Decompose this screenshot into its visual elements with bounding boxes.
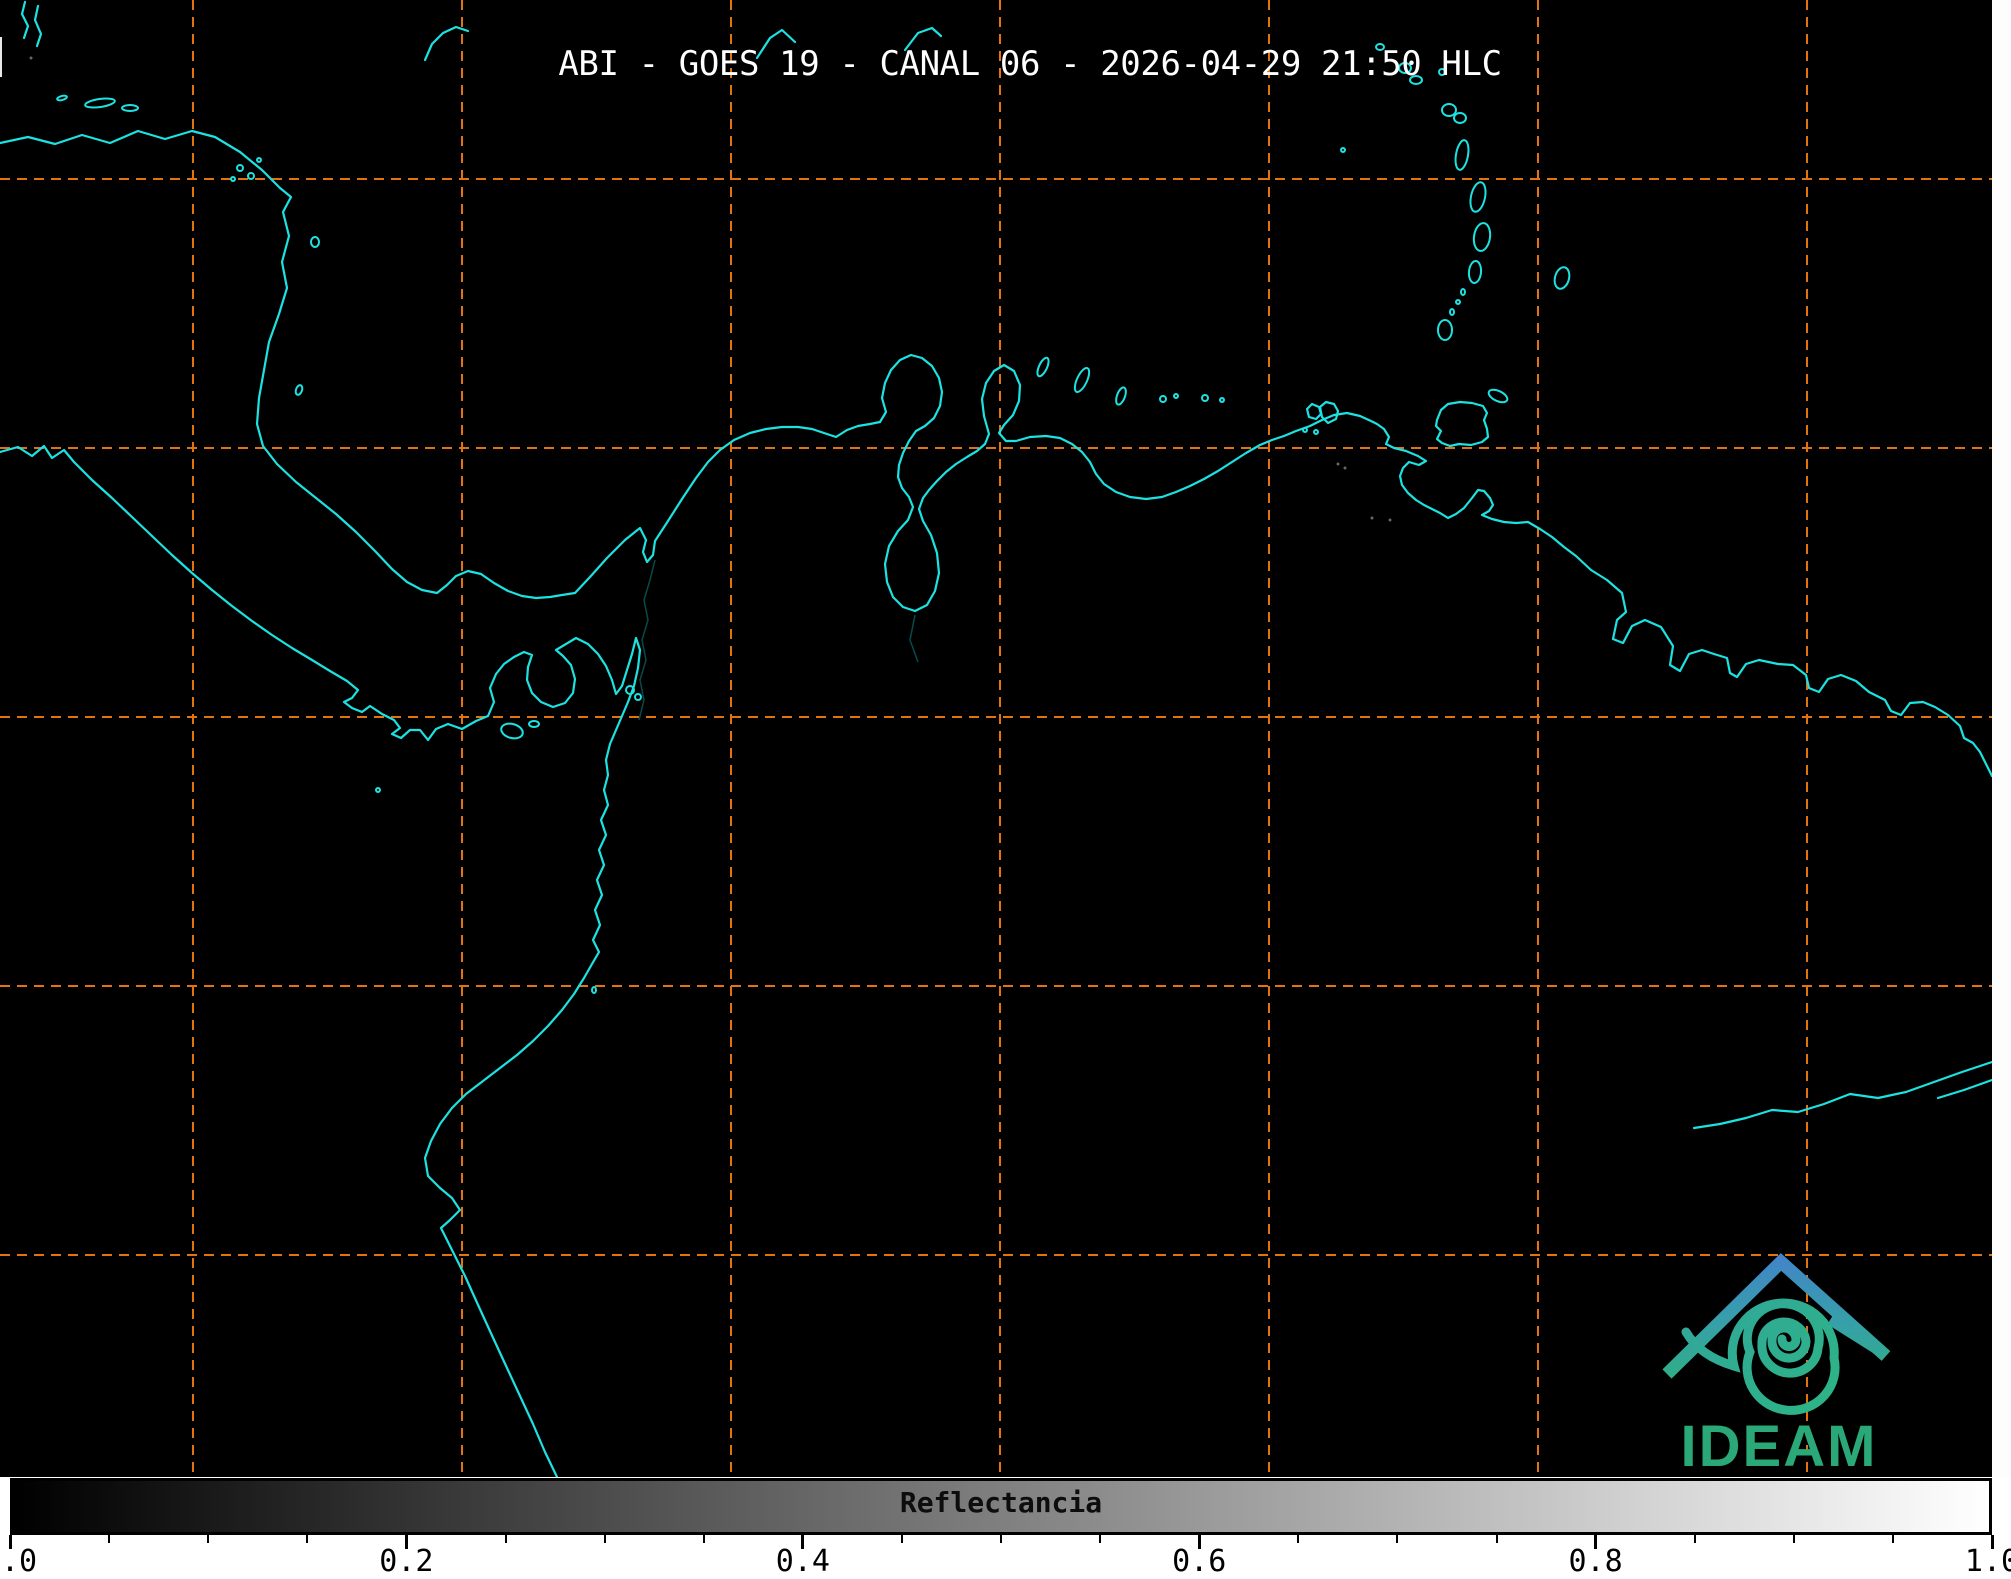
- noise-speck: [1370, 516, 1374, 520]
- islet-grenadines: [1460, 288, 1466, 296]
- miskito-cay: [247, 172, 255, 180]
- ideam-logo-text: IDEAM: [1681, 1414, 1878, 1477]
- island-guadeloupe: [1441, 103, 1457, 117]
- noise-speck: [29, 56, 33, 60]
- colorbar-minor-tick: [1000, 1535, 1002, 1543]
- colorbar-tick-label: 0.4: [775, 1544, 830, 1579]
- miskito-cay: [256, 157, 262, 163]
- islet-coche: [1302, 427, 1308, 433]
- islet-los-roques: [1201, 394, 1209, 402]
- map-title: ABI - GOES 19 - CANAL 06 - 2026-04-29 21…: [558, 44, 1502, 84]
- islet-isla-aves: [1340, 147, 1346, 153]
- island-barbados: [1553, 266, 1571, 290]
- island-providencia: [310, 236, 320, 248]
- colorbar-minor-tick: [1792, 1535, 1795, 1543]
- coast-fragment-belize-1: [20, 0, 30, 40]
- islet-las-aves: [1159, 395, 1167, 403]
- island-coiba: [500, 722, 524, 740]
- island-bonaire: [1115, 386, 1127, 406]
- island-cebaco: [528, 720, 540, 728]
- coast-fragment-belize-2: [33, 4, 43, 48]
- colorbar-minor-tick: [603, 1535, 606, 1543]
- bay-island-utila: [56, 94, 68, 102]
- island-trinidad: [1434, 400, 1490, 448]
- catatumbo-river: [909, 614, 919, 663]
- island-dominica: [1454, 139, 1470, 171]
- colorbar-minor-tick: [1891, 1535, 1894, 1543]
- satellite-product-page: { "title": { "text": "ABI - GOES 19 - CA…: [0, 0, 2011, 1579]
- colorbar-tick-label: 1.0: [1964, 1544, 2011, 1579]
- colorbar-minor-tick: [1099, 1535, 1102, 1543]
- coast-caribbean-mainland: [0, 129, 1992, 778]
- noise-speck: [1343, 466, 1347, 470]
- miskito-cay: [236, 164, 244, 172]
- figure-right-margin: [1992, 0, 2011, 1477]
- colorbar-minor-tick: [306, 1535, 309, 1543]
- islet-las-aves: [1173, 393, 1179, 399]
- islet-cubagua: [1313, 429, 1319, 435]
- bay-island-guanaja: [121, 104, 139, 112]
- islet-gorgona: [591, 986, 597, 994]
- ideam-logo: IDEAM: [1662, 1253, 1891, 1477]
- noise-speck: [1388, 518, 1392, 522]
- island-grenada: [1437, 319, 1453, 341]
- colorbar-minor-tick: [1495, 1535, 1498, 1543]
- colorbar-tick-label: 0.6: [1172, 1544, 1227, 1579]
- rivers-layer: [638, 559, 919, 721]
- islet-la-orchila: [1219, 397, 1225, 403]
- island-aruba: [1036, 356, 1050, 378]
- island-pearl: [634, 693, 642, 701]
- colorbar-minor-tick: [1693, 1535, 1696, 1543]
- miskito-cay: [230, 176, 236, 182]
- map-canvas: IDEAM: [0, 0, 1992, 1477]
- island-guadeloupe: [1453, 112, 1467, 124]
- island-curacao: [1073, 367, 1091, 393]
- graticule-layer: [0, 0, 1992, 1477]
- coast-pacific: [0, 444, 642, 1477]
- colorbar-minor-tick: [504, 1535, 507, 1543]
- colorbar-minor-tick: [207, 1535, 210, 1543]
- colorbar-tick-label: 0.8: [1568, 1544, 1623, 1579]
- colorbar-minor-tick: [900, 1535, 903, 1543]
- island-martinique: [1469, 181, 1487, 213]
- island-san-andres: [294, 384, 304, 396]
- map-svg: IDEAM: [0, 0, 1992, 1477]
- islet-grenadines: [1455, 299, 1461, 305]
- colorbar-tick-label: 0.2: [379, 1544, 434, 1579]
- colorbar-minor-tick: [1297, 1535, 1300, 1543]
- islands-layer: [56, 43, 1571, 994]
- islet-malpelo: [375, 787, 381, 793]
- colorbar-minor-tick: [702, 1535, 705, 1543]
- bay-island-roatan: [84, 97, 116, 109]
- colorbar-minor-tick: [1396, 1535, 1399, 1543]
- ideam-logo-spiral: [1681, 1298, 1840, 1415]
- island-st-lucia: [1472, 222, 1492, 252]
- colorbar-minor-tick: [108, 1535, 111, 1543]
- island-tobago: [1487, 388, 1509, 404]
- scene-edge-artifact: [0, 37, 2, 77]
- island-st-vincent: [1467, 260, 1483, 284]
- specks-layer: [29, 56, 1392, 522]
- noise-speck: [1336, 462, 1340, 466]
- colorbar-label: Reflectancia: [899, 1486, 1103, 1519]
- amazon-river-bank: [1936, 1078, 1992, 1100]
- colorbar-tick-label: 0.0: [0, 1544, 38, 1579]
- islet-grenadines: [1449, 308, 1455, 316]
- island-margarita-west: [1305, 402, 1323, 421]
